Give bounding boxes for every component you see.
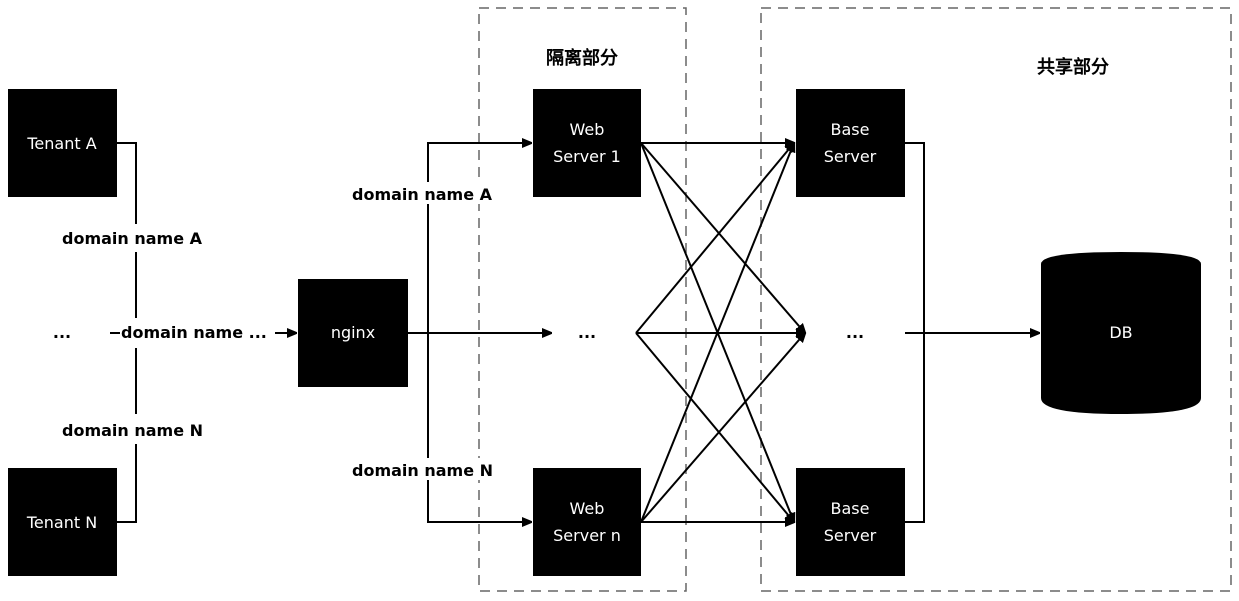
web-server-ellipsis: ...	[578, 323, 596, 342]
web-to-base-mesh	[635, 143, 805, 522]
domain-label-n-right: domain name N	[352, 461, 493, 480]
nginx-label: nginx	[331, 323, 375, 342]
tenant-a-label: Tenant A	[26, 134, 96, 153]
web-server-1-node	[533, 89, 641, 197]
db-label: DB	[1109, 323, 1132, 342]
tenant-n-connector	[117, 444, 137, 523]
domain-label-n-left: domain name N	[62, 421, 203, 440]
tenant-a-connector	[117, 142, 137, 224]
isolated-region-title: 隔离部分	[546, 47, 618, 69]
tenant-ellipsis: ...	[53, 323, 71, 342]
web-server-n-label-line2: Server n	[553, 526, 621, 545]
base-server-1-label-line1: Base	[831, 120, 870, 139]
base-server-1-label-line2: Server	[824, 147, 877, 166]
web-server-n-label-line1: Web	[570, 499, 605, 518]
shared-region-title: 共享部分	[1037, 56, 1109, 78]
tenant-n-label: Tenant N	[26, 513, 97, 532]
web-server-1-label-line2: Server 1	[553, 147, 621, 166]
base-server-n-label-line2: Server	[824, 526, 877, 545]
base-server-n-node	[796, 468, 905, 576]
architecture-diagram: 隔离部分 共享部分 Tenant A Tenant N ... domain n…	[8, 7, 1232, 592]
domain-label-a-left: domain name A	[62, 229, 203, 248]
web-server-n-node	[533, 468, 641, 576]
base-server-1-node	[796, 89, 905, 197]
base-server-n-label-line1: Base	[831, 499, 870, 518]
domain-label-mid-left: domain name ...	[121, 323, 267, 342]
domain-label-a-right: domain name A	[352, 185, 493, 204]
base-server-ellipsis: ...	[846, 323, 864, 342]
web-server-1-label-line1: Web	[570, 120, 605, 139]
